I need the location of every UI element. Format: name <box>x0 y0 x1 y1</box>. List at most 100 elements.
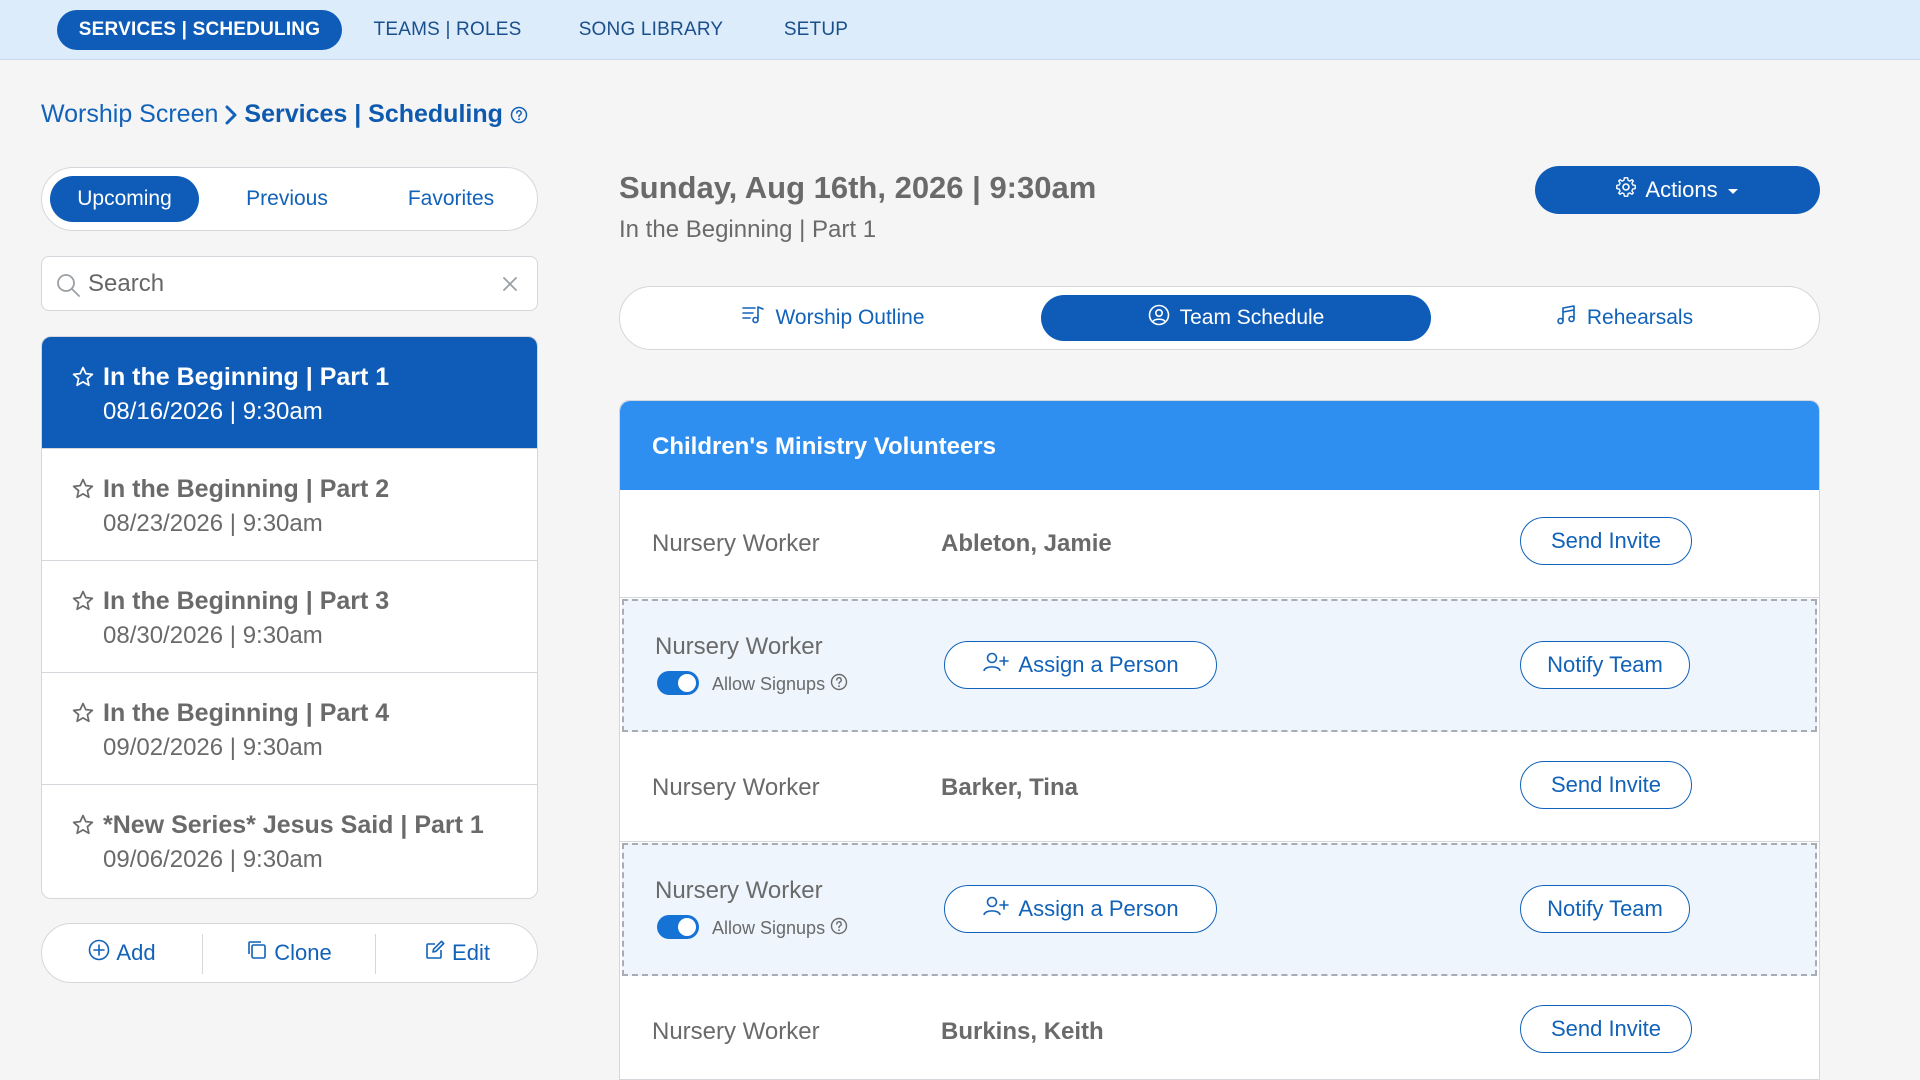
filter-upcoming[interactable]: Upcoming <box>50 176 199 222</box>
service-heading: Sunday, Aug 16th, 2026 | 9:30am <box>619 170 1097 205</box>
allow-signups-label: Allow Signups <box>712 917 848 940</box>
service-filter: Upcoming Previous Favorites <box>41 167 538 231</box>
edit-label: Edit <box>452 940 490 965</box>
allow-signups-label: Allow Signups <box>712 673 848 696</box>
role-label: Nursery Worker <box>655 633 823 660</box>
music-note-icon <box>1555 304 1577 332</box>
add-label: Add <box>116 940 156 965</box>
edit-button[interactable]: Edit <box>376 924 538 982</box>
edit-icon <box>424 939 446 967</box>
table-row: Nursery Worker Allow Signups Assign a Pe… <box>622 843 1817 976</box>
send-invite-button[interactable]: Send Invite <box>1520 1005 1692 1053</box>
filter-favorites[interactable]: Favorites <box>376 176 526 222</box>
notify-team-button[interactable]: Notify Team <box>1520 885 1690 933</box>
add-button[interactable]: Add <box>42 924 202 982</box>
list-actions: Add Clone Edit <box>41 923 538 983</box>
breadcrumb-current: Services | Scheduling <box>244 100 503 128</box>
assign-label: Assign a Person <box>1018 896 1179 921</box>
send-invite-button[interactable]: Send Invite <box>1520 761 1692 809</box>
star-icon[interactable] <box>71 813 95 842</box>
actions-label: Actions <box>1645 177 1718 202</box>
allow-signups-toggle[interactable] <box>657 671 699 695</box>
team-name: Children's Ministry Volunteers <box>652 433 996 460</box>
breadcrumb-root[interactable]: Worship Screen <box>41 100 218 129</box>
outline-icon <box>741 304 765 332</box>
person-name[interactable]: Ableton, Jamie <box>941 530 1112 558</box>
tab-team-schedule[interactable]: Team Schedule <box>1041 295 1431 341</box>
allow-signups-text: Allow Signups <box>712 918 826 938</box>
star-icon[interactable] <box>71 365 95 394</box>
nav-services-scheduling[interactable]: SERVICES | SCHEDULING <box>57 10 342 50</box>
service-subheading: In the Beginning | Part 1 <box>619 216 877 243</box>
assign-label: Assign a Person <box>1018 652 1179 677</box>
caret-down-icon <box>1726 177 1740 203</box>
top-nav: SERVICES | SCHEDULING TEAMS | ROLES SONG… <box>0 0 1920 60</box>
role-label: Nursery Worker <box>652 530 820 557</box>
filter-previous[interactable]: Previous <box>212 176 362 222</box>
list-item[interactable]: In the Beginning | Part 1 08/16/2026 | 9… <box>42 337 537 449</box>
user-plus-icon <box>982 895 1010 923</box>
role-label: Nursery Worker <box>655 877 823 904</box>
star-icon[interactable] <box>71 701 95 730</box>
service-list: In the Beginning | Part 1 08/16/2026 | 9… <box>41 336 538 899</box>
user-circle-icon <box>1148 304 1170 332</box>
allow-signups-toggle[interactable] <box>657 915 699 939</box>
chevron-right-icon <box>224 105 238 125</box>
nav-song-library[interactable]: SONG LIBRARY <box>572 10 730 50</box>
tab-worship-outline[interactable]: Worship Outline <box>628 295 1038 341</box>
help-icon[interactable] <box>830 917 848 940</box>
service-title: In the Beginning | Part 3 <box>103 587 390 615</box>
tab-rehearsals[interactable]: Rehearsals <box>1436 295 1812 341</box>
assign-person-button[interactable]: Assign a Person <box>944 641 1217 689</box>
clear-icon[interactable] <box>501 275 519 298</box>
actions-button[interactable]: Actions <box>1535 166 1820 214</box>
send-invite-button[interactable]: Send Invite <box>1520 517 1692 565</box>
tab-label: Worship Outline <box>775 306 925 329</box>
service-tabs: Worship Outline Team Schedule Rehearsals <box>619 286 1820 350</box>
service-date: 08/30/2026 | 9:30am <box>103 622 323 649</box>
search-icon <box>55 272 81 303</box>
copy-icon <box>246 939 268 967</box>
service-date: 08/16/2026 | 9:30am <box>103 398 323 425</box>
plus-circle-icon <box>88 939 110 967</box>
search-input[interactable] <box>88 265 488 303</box>
team-header: Children's Ministry Volunteers <box>620 401 1819 490</box>
gear-icon <box>1615 176 1637 204</box>
table-row: Nursery Worker Burkins, Keith Send Invit… <box>620 978 1819 1079</box>
star-icon[interactable] <box>71 477 95 506</box>
team-panel: Children's Ministry Volunteers Nursery W… <box>619 400 1820 1080</box>
toggle-knob <box>678 918 696 936</box>
service-search <box>41 256 538 311</box>
service-date: 09/02/2026 | 9:30am <box>103 734 323 761</box>
list-item[interactable]: In the Beginning | Part 3 08/30/2026 | 9… <box>42 561 537 673</box>
service-date: 08/23/2026 | 9:30am <box>103 510 323 537</box>
tab-label: Team Schedule <box>1179 306 1325 329</box>
service-title: In the Beginning | Part 4 <box>103 699 390 727</box>
help-icon[interactable] <box>510 106 528 124</box>
clone-button[interactable]: Clone <box>203 924 375 982</box>
list-item[interactable]: *New Series* Jesus Said | Part 1 09/06/2… <box>42 785 537 897</box>
nav-setup[interactable]: SETUP <box>773 10 859 50</box>
service-title: In the Beginning | Part 2 <box>103 475 390 503</box>
role-label: Nursery Worker <box>652 774 820 801</box>
help-icon[interactable] <box>830 673 848 696</box>
breadcrumb: Worship Screen Services | Scheduling <box>41 100 528 129</box>
person-name[interactable]: Barker, Tina <box>941 774 1078 802</box>
service-title: In the Beginning | Part 1 <box>103 363 390 391</box>
list-item[interactable]: In the Beginning | Part 2 08/23/2026 | 9… <box>42 449 537 561</box>
user-plus-icon <box>982 651 1010 679</box>
assign-person-button[interactable]: Assign a Person <box>944 885 1217 933</box>
list-item[interactable]: In the Beginning | Part 4 09/02/2026 | 9… <box>42 673 537 785</box>
nav-teams-roles[interactable]: TEAMS | ROLES <box>366 10 529 50</box>
table-row: Nursery Worker Ableton, Jamie Send Invit… <box>620 490 1819 598</box>
person-name[interactable]: Burkins, Keith <box>941 1018 1104 1046</box>
star-icon[interactable] <box>71 589 95 618</box>
service-title: *New Series* Jesus Said | Part 1 <box>103 811 484 839</box>
table-row: Nursery Worker Allow Signups Assign a Pe… <box>622 599 1817 732</box>
table-row: Nursery Worker Barker, Tina Send Invite <box>620 734 1819 842</box>
toggle-knob <box>678 674 696 692</box>
role-label: Nursery Worker <box>652 1018 820 1045</box>
allow-signups-text: Allow Signups <box>712 674 826 694</box>
clone-label: Clone <box>274 940 332 965</box>
notify-team-button[interactable]: Notify Team <box>1520 641 1690 689</box>
